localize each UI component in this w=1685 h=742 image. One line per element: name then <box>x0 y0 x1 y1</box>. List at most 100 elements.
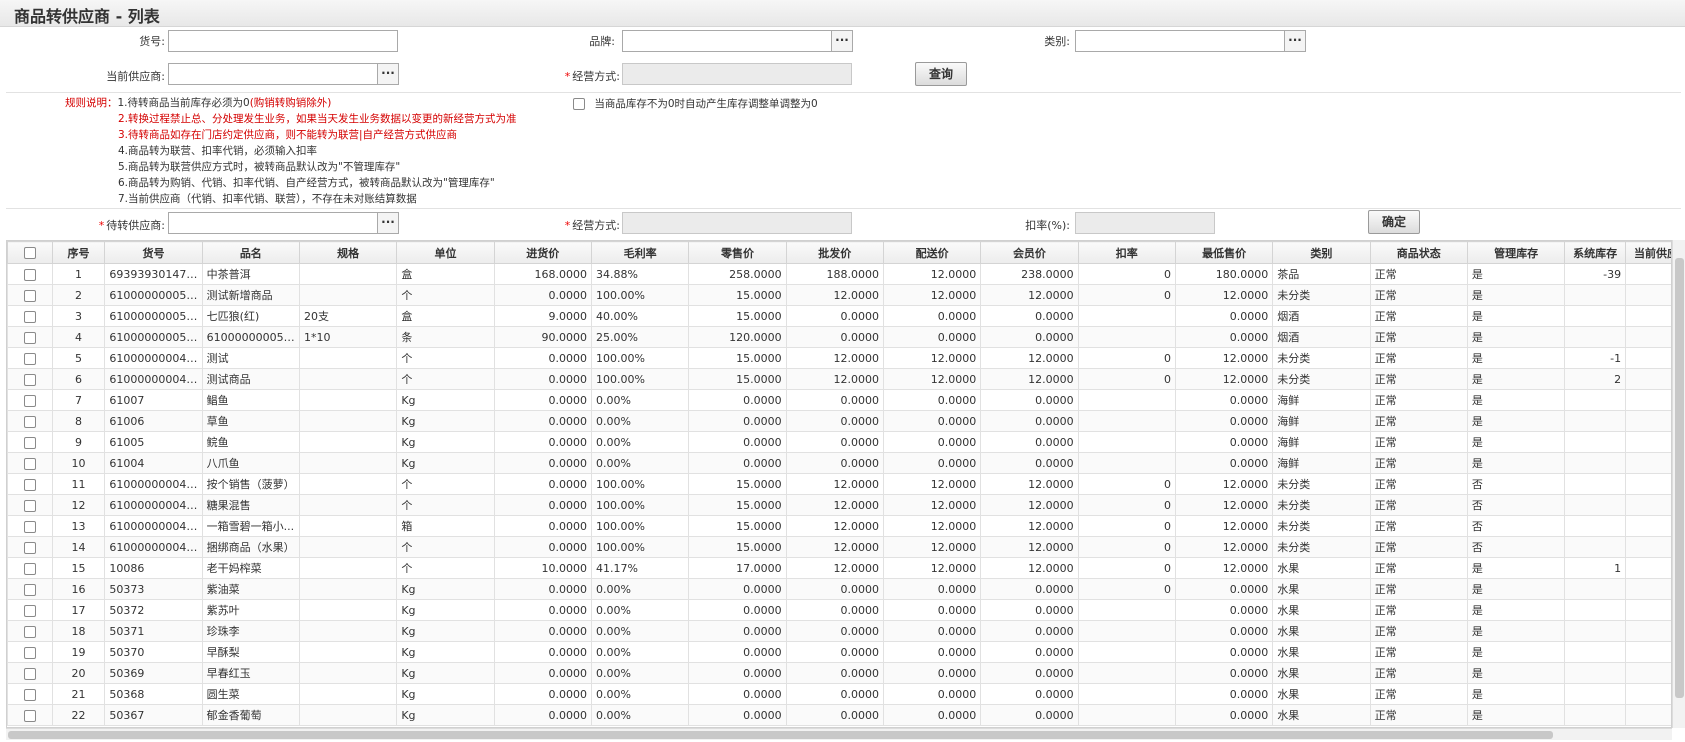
table-row[interactable]: 14 6100000000445 捆绑商品（水果） 个 0.0000 100.00% 15.… <box>7 536 1671 558</box>
table-row[interactable]: 22 50367 郁金香葡萄 Kg 0.0000 0.00% 0.0000 0.0000 0.0… <box>7 704 1671 726</box>
table-row[interactable]: 13 6100000000452 一箱雪碧一箱小... 箱 0.0000 100.00% 1… <box>7 515 1671 537</box>
row-checkbox[interactable] <box>23 415 36 428</box>
row-checkbox[interactable] <box>23 583 36 596</box>
row-checkbox-cell[interactable] <box>7 389 53 411</box>
current-supplier-input[interactable] <box>168 63 378 85</box>
row-checkbox-cell[interactable] <box>7 662 53 684</box>
column-header[interactable]: 批发价 <box>785 241 884 264</box>
horizontal-scrollbar[interactable] <box>6 728 1672 740</box>
row-checkbox[interactable] <box>23 520 36 533</box>
row-checkbox[interactable] <box>23 289 36 302</box>
table-row[interactable]: 6 6100000000483 测试商品个 0.0000 100.00% 15.0000 1… <box>7 368 1671 390</box>
column-header[interactable]: 商品状态 <box>1369 241 1468 264</box>
row-checkbox[interactable] <box>23 331 36 344</box>
row-checkbox-cell[interactable] <box>7 368 53 390</box>
table-row[interactable]: 4 6100000000516 6100000000516 1*10 条 90.0000 2… <box>7 326 1671 348</box>
mgmt-mode-select[interactable] <box>622 63 852 85</box>
row-checkbox[interactable] <box>23 373 36 386</box>
rate-input[interactable] <box>1075 212 1215 234</box>
select-all-checkbox[interactable] <box>23 247 36 259</box>
table-row[interactable]: 16 50373 紫油菜 Kg 0.0000 0.00% 0.0000 0.0000 0.000… <box>7 578 1671 600</box>
row-checkbox[interactable] <box>23 436 36 449</box>
row-checkbox-cell[interactable] <box>7 410 53 432</box>
table-row[interactable]: 9 61005 鲩鱼 Kg 0.0000 0.00% 0.0000 0.0000 0.0000 0… <box>7 431 1671 453</box>
column-header[interactable]: 品名 <box>201 241 300 264</box>
table-row[interactable]: 15 10086 老干妈榨菜个 10.0000 41.17% 17.0000 12.0000… <box>7 557 1671 579</box>
table-row[interactable]: 10 61004 八爪鱼 Kg 0.0000 0.00% 0.0000 0.0000 0.000… <box>7 452 1671 474</box>
column-header[interactable]: 单位 <box>396 241 495 264</box>
select-all-checkbox-cell[interactable] <box>7 241 53 264</box>
row-checkbox-cell[interactable] <box>7 263 53 285</box>
row-checkbox-cell[interactable] <box>7 683 53 705</box>
row-checkbox-cell[interactable] <box>7 620 53 642</box>
row-checkbox-cell[interactable] <box>7 494 53 516</box>
table-row[interactable]: 17 50372 紫苏叶 Kg 0.0000 0.00% 0.0000 0.0000 0.000… <box>7 599 1671 621</box>
table-row[interactable]: 11 6100000000476 按个销售（菠萝） 个 0.0000 100.00% 15.… <box>7 473 1671 495</box>
table-row[interactable]: 2 6100000000520 测试新增商品 个 0.0000 100.00% 15.000… <box>7 284 1671 306</box>
row-checkbox-cell[interactable] <box>7 305 53 327</box>
row-checkbox-cell[interactable] <box>7 599 53 621</box>
row-checkbox-cell[interactable] <box>7 641 53 663</box>
row-checkbox-cell[interactable] <box>7 578 53 600</box>
item-no-input[interactable] <box>168 30 398 52</box>
row-checkbox-cell[interactable] <box>7 536 53 558</box>
column-header[interactable]: 货号 <box>104 241 203 264</box>
column-header[interactable]: 当前供应 <box>1625 241 1671 264</box>
row-checkbox-cell[interactable] <box>7 557 53 579</box>
column-header[interactable]: 扣率 <box>1077 241 1176 264</box>
row-checkbox[interactable] <box>23 667 36 680</box>
category-lookup-button[interactable]: ··· <box>1284 30 1306 52</box>
column-header[interactable]: 配送价 <box>882 241 982 264</box>
column-header[interactable]: 零售价 <box>688 241 787 264</box>
auto-adjust-checkbox[interactable] <box>573 98 585 110</box>
table-row[interactable]: 21 50368 圆生菜 Kg 0.0000 0.00% 0.0000 0.0000 0.000… <box>7 683 1671 705</box>
row-checkbox[interactable] <box>23 646 36 659</box>
table-row[interactable]: 5 6100000000490 测试个 0.0000 100.00% 15.0000 12.… <box>7 347 1671 369</box>
confirm-button[interactable]: 确定 <box>1368 210 1420 234</box>
row-checkbox-cell[interactable] <box>7 284 53 306</box>
brand-lookup-button[interactable]: ··· <box>831 30 853 52</box>
row-checkbox[interactable] <box>23 394 36 407</box>
query-button[interactable]: 查询 <box>915 62 967 86</box>
column-header[interactable]: 管理库存 <box>1466 241 1566 264</box>
target-supplier-input[interactable] <box>168 212 378 234</box>
horizontal-scroll-thumb[interactable] <box>8 731 1553 739</box>
table-row[interactable]: 7 61007 鲳鱼 Kg 0.0000 0.00% 0.0000 0.0000 0.0000 0… <box>7 389 1671 411</box>
table-row[interactable]: 8 61006 草鱼 Kg 0.0000 0.00% 0.0000 0.0000 0.0000 0… <box>7 410 1671 432</box>
vertical-scroll-thumb[interactable] <box>1675 258 1684 698</box>
row-checkbox-cell[interactable] <box>7 515 53 537</box>
column-header[interactable]: 毛利率 <box>590 241 690 264</box>
row-checkbox[interactable] <box>23 562 36 575</box>
row-checkbox[interactable] <box>23 268 36 281</box>
row-checkbox[interactable] <box>23 625 36 638</box>
row-checkbox[interactable] <box>23 457 36 470</box>
column-header[interactable]: 系统库存 <box>1564 241 1627 264</box>
row-checkbox[interactable] <box>23 352 36 365</box>
row-checkbox-cell[interactable] <box>7 431 53 453</box>
vertical-scrollbar[interactable] <box>1672 240 1685 728</box>
target-supplier-lookup-button[interactable]: ··· <box>377 212 399 234</box>
row-checkbox-cell[interactable] <box>7 347 53 369</box>
table-row[interactable]: 3 6100000000517 七匹狼(红) 20支盒 9.0000 40.00% 15.0… <box>7 305 1671 327</box>
row-checkbox[interactable] <box>23 604 36 617</box>
row-checkbox[interactable] <box>23 688 36 701</box>
column-header[interactable]: 最低售价 <box>1174 241 1274 264</box>
table-row[interactable]: 12 6100000000469 糖果混售 个 0.0000 100.00% 15.0000… <box>7 494 1671 516</box>
row-checkbox[interactable] <box>23 709 36 722</box>
row-checkbox-cell[interactable] <box>7 473 53 495</box>
column-header[interactable]: 会员价 <box>980 241 1079 264</box>
column-header[interactable]: 序号 <box>51 241 106 264</box>
row-checkbox-cell[interactable] <box>7 452 53 474</box>
row-checkbox[interactable] <box>23 310 36 323</box>
row-checkbox[interactable] <box>23 499 36 512</box>
column-header[interactable]: 类别 <box>1272 241 1371 264</box>
target-mgmt-mode-select[interactable] <box>622 212 852 234</box>
column-header[interactable]: 进货价 <box>493 241 592 264</box>
category-input[interactable] <box>1075 30 1285 52</box>
table-row[interactable]: 19 50370 早酥梨 Kg 0.0000 0.00% 0.0000 0.0000 0.000… <box>7 641 1671 663</box>
column-header[interactable]: 规格 <box>298 241 398 264</box>
auto-adjust-option[interactable]: 当商品库存不为0时自动产生库存调整单调整为0 <box>573 96 818 111</box>
row-checkbox-cell[interactable] <box>7 704 53 726</box>
row-checkbox-cell[interactable] <box>7 326 53 348</box>
brand-input[interactable] <box>622 30 832 52</box>
